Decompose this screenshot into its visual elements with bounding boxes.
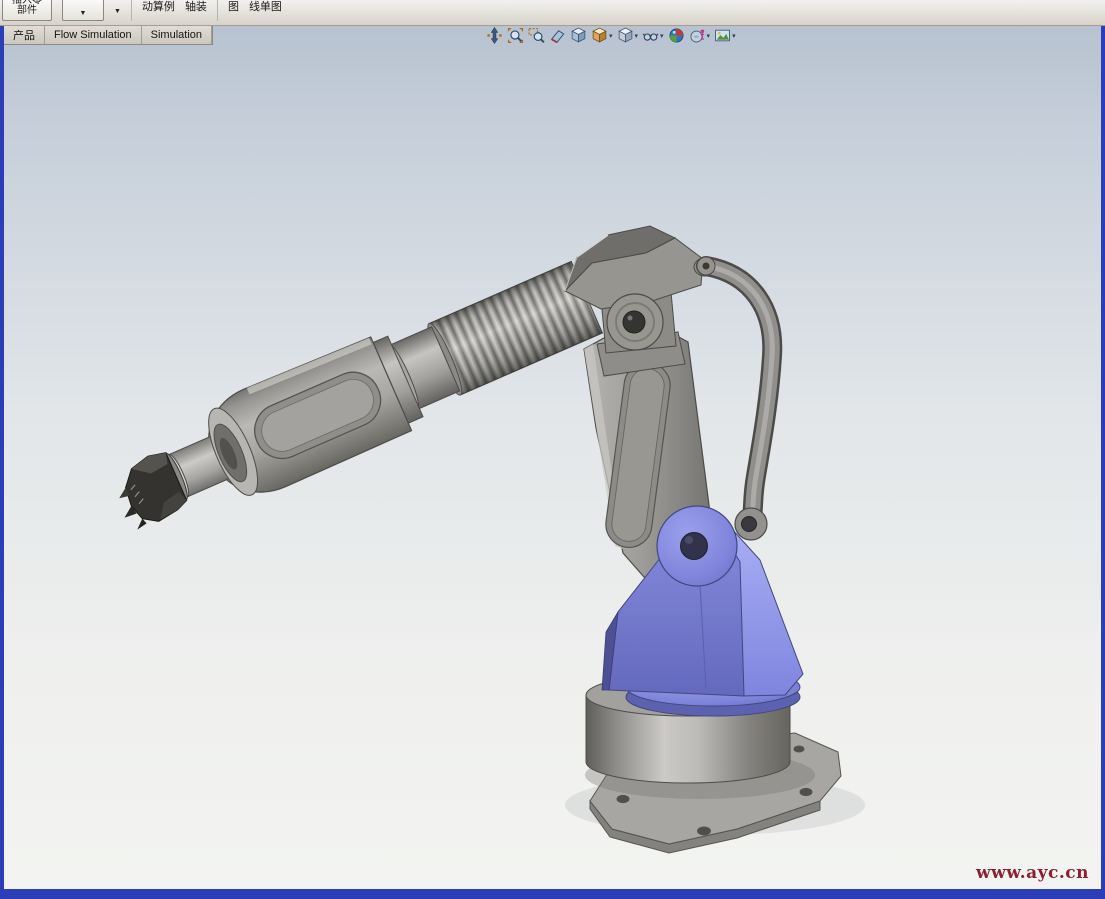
dropdown-arrow-icon[interactable]: ▾ — [732, 32, 736, 40]
commandmanager-tabs: 产品 Flow Simulation Simulation — [4, 25, 213, 45]
heads-up-toolbar: ▾ ▾ ▾ ▾ ▾ — [486, 27, 736, 44]
hide-show-items-icon[interactable]: ▾ — [642, 27, 664, 44]
tab-product[interactable]: 产品 — [4, 25, 45, 44]
edit-appearance-icon[interactable] — [668, 27, 685, 44]
zoom-fit-icon[interactable] — [507, 27, 524, 44]
toolbar-item-view[interactable]: 图 — [228, 0, 239, 14]
tab-flow-simulation[interactable]: Flow Simulation — [45, 25, 142, 44]
toolbar-dropdown-arrow-icon[interactable]: ▼ — [114, 8, 121, 15]
dropdown-arrow-icon[interactable]: ▾ — [635, 32, 639, 40]
view-cube-icon[interactable] — [570, 27, 587, 44]
tab-product-label: 产品 — [13, 27, 35, 43]
tab-simulation[interactable]: Simulation — [142, 25, 212, 44]
dropdown-arrow-icon[interactable]: ▾ — [660, 32, 664, 40]
tab-flow-simulation-label: Flow Simulation — [54, 29, 132, 41]
insert-component-label: 插入零部件 — [9, 0, 45, 16]
section-view-icon[interactable] — [549, 27, 566, 44]
watermark: www.ayc.cn — [976, 863, 1089, 883]
toolbar-item-line-drawing[interactable]: 线单图 — [249, 0, 282, 14]
toolbar-separator — [131, 0, 132, 21]
dropdown-arrow-icon[interactable]: ▾ — [609, 32, 613, 40]
insert-component-button[interactable]: 插入零部件 — [2, 0, 52, 21]
view-orientation-icon[interactable] — [486, 27, 503, 44]
shaded-view-icon[interactable]: ▾ — [617, 27, 639, 44]
toolbar-item-motion-study[interactable]: 动算例 — [142, 0, 175, 14]
zoom-area-icon[interactable] — [528, 27, 545, 44]
view-settings-icon[interactable]: ▾ — [714, 27, 736, 44]
tab-simulation-label: Simulation — [151, 29, 202, 41]
toolbar-item-assembly[interactable]: 轴装 — [185, 0, 207, 14]
robot-arm-model — [4, 25, 1101, 889]
top-toolbar: 插入零部件 ▼ ▼ 动算例 轴装 图 线单图 — [0, 0, 1105, 26]
graphics-viewport[interactable]: 产品 Flow Simulation Simulation ▾ — [0, 25, 1105, 899]
solidworks-window: 插入零部件 ▼ ▼ 动算例 轴装 图 线单图 — [0, 0, 1105, 899]
insert-component-dropdown-button[interactable]: ▼ — [62, 0, 104, 21]
toolbar-separator — [217, 0, 218, 21]
apply-scene-icon[interactable]: ▾ — [689, 27, 711, 44]
display-style-icon[interactable]: ▾ — [591, 27, 613, 44]
dropdown-arrow-icon[interactable]: ▾ — [707, 32, 711, 40]
dropdown-arrow-icon: ▼ — [80, 10, 87, 17]
